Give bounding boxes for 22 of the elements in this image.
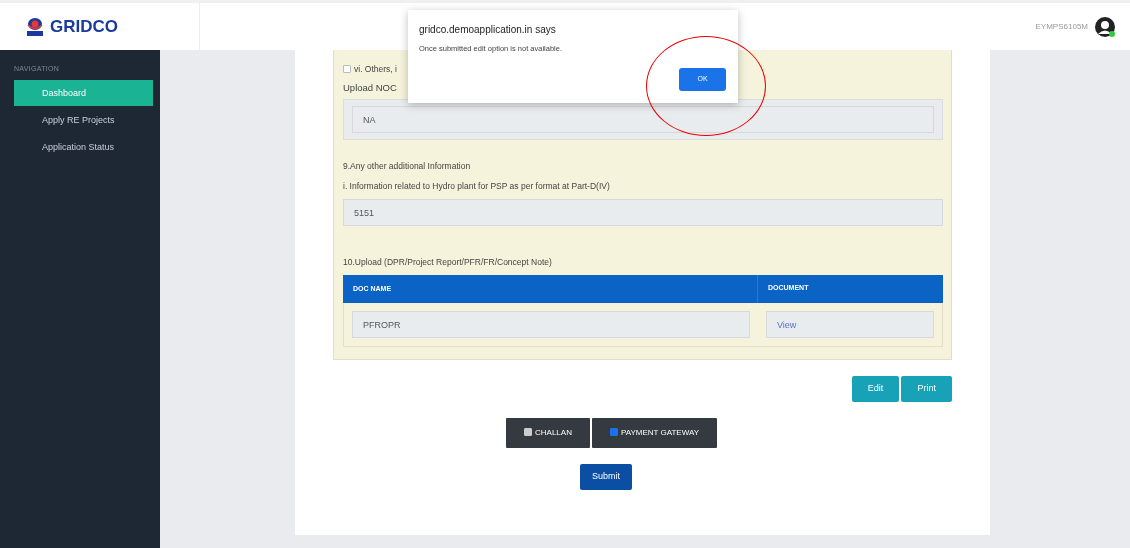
checkbox[interactable]: [609, 427, 618, 436]
view-link[interactable]: View: [766, 310, 934, 338]
input-field[interactable]: 5151: [343, 198, 943, 226]
input-field[interactable]: NA: [352, 106, 934, 134]
section-heading: 9.Any other additional Information: [343, 160, 472, 173]
payment-option-button[interactable]: PAYMENT GATEWAY: [591, 417, 717, 448]
field-label: Upload NOC: [343, 80, 398, 95]
sidebar-item[interactable]: Application Status: [14, 133, 153, 160]
section-heading: 10.Upload (DPR/Project Report/PFR/FR/Concept Note): [343, 255, 553, 269]
sidebar-item[interactable]: Apply RE Projects: [14, 106, 153, 133]
checkbox-label: vi. Others, i: [354, 62, 397, 76]
avatar-icon[interactable]: [1094, 15, 1116, 38]
submit-button[interactable]: Submit: [580, 463, 632, 490]
field-label: i. Information related to Hydro plant for PSP as per format at Part-D(IV): [343, 180, 611, 193]
logo-icon: [24, 15, 46, 38]
input-field[interactable]: PFROPR: [352, 310, 750, 338]
username: EYMPS6105M: [1035, 20, 1088, 33]
checkbox[interactable]: [524, 427, 532, 436]
dialog-title: gridco.demoapplication.in says: [419, 23, 557, 37]
payment-option-button[interactable]: CHALLAN: [506, 417, 590, 448]
checkbox[interactable]: [343, 65, 351, 73]
logo-text: GRIDCO: [50, 15, 118, 38]
